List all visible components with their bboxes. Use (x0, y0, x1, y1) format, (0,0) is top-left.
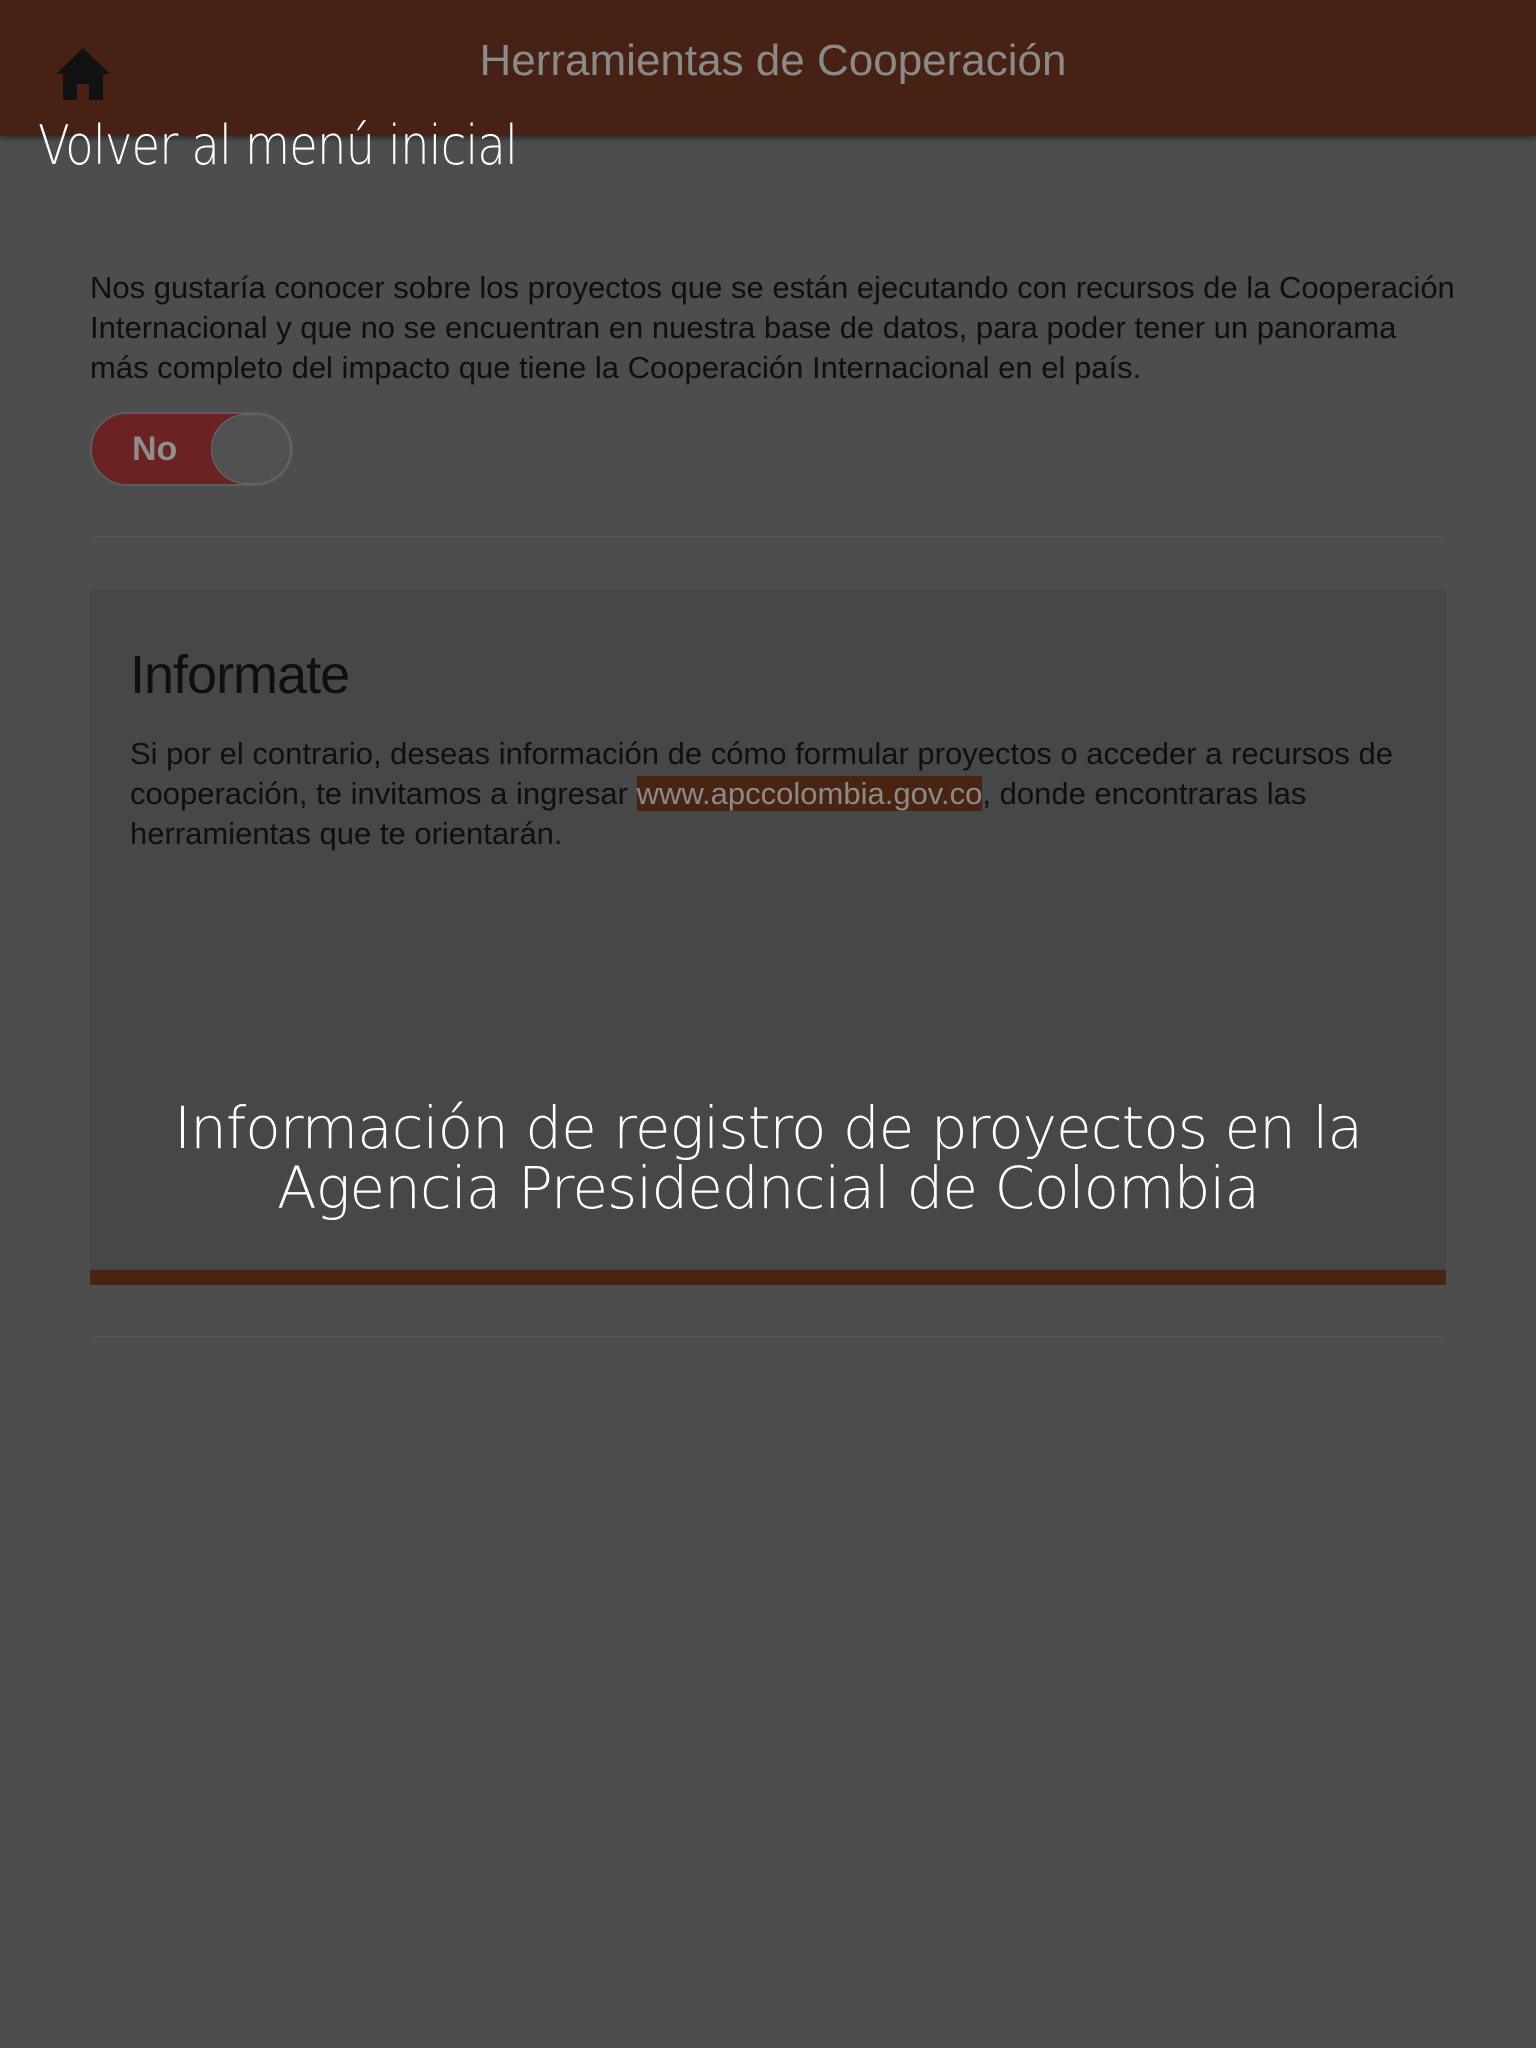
projects-toggle[interactable]: No (90, 412, 293, 486)
intro-text: Nos gustaría conocer sobre los proyectos… (90, 270, 1455, 385)
toggle-label: No (132, 430, 178, 468)
page-title: Herramientas de Cooperación (479, 36, 1067, 85)
home-hint-label: Volver al menú inicial (38, 114, 518, 177)
projects-hint-label: Información de registro de proyectos en … (90, 1098, 1446, 1218)
toggle-knob (211, 414, 291, 484)
info-accent-bar (90, 1270, 1446, 1285)
projects-hint-line2: Agencia Presidedncial de Colombia (276, 1154, 1260, 1222)
info-text: Si por el contrario, deseas información … (130, 734, 1420, 854)
divider (90, 1336, 1446, 1337)
info-title: Informate (130, 645, 350, 705)
divider (90, 536, 1446, 537)
projects-hint-line1: Información de registro de proyectos en … (173, 1094, 1363, 1162)
apc-link[interactable]: www.apccolombia.gov.co (636, 776, 983, 811)
